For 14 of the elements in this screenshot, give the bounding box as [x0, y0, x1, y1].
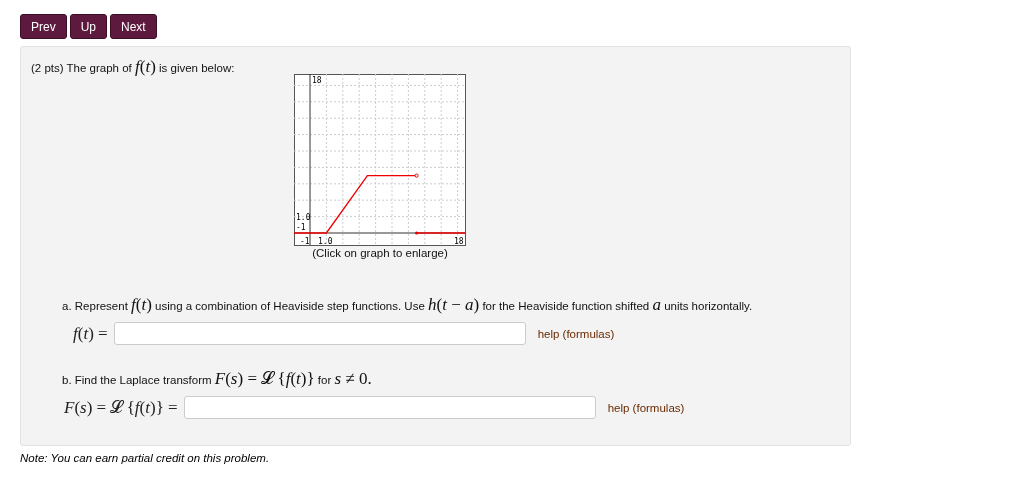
- function-graph-drawing[interactable]: 18 1.0 -1 -1 1.0 18: [294, 74, 466, 246]
- problem-statement: (2 pts) The graph of f(t) is given below:: [31, 62, 235, 74]
- answer-label: f(t) =: [73, 323, 108, 344]
- nav-button[interactable]: Next: [110, 14, 157, 39]
- answer-label: F(s) = 𝓛 {f(t)} =: [64, 397, 178, 418]
- help-link[interactable]: help (formulas): [607, 401, 685, 414]
- answer-field[interactable]: [113, 322, 526, 345]
- note-text: Note: You can earn partial credit on this problem.: [20, 452, 271, 464]
- question-text: a. Represent f(t) using a combination of Heaviside step functions. Use h(t − a) for the Heaviside function shifted a units horizontally.: [62, 300, 753, 312]
- answer-field[interactable]: [183, 396, 596, 419]
- nav-button[interactable]: Up: [69, 14, 108, 39]
- graph-caption: (Click on graph to enlarge): [312, 247, 448, 259]
- help-link[interactable]: help (formulas): [537, 327, 615, 340]
- nav-button[interactable]: Prev: [20, 14, 67, 39]
